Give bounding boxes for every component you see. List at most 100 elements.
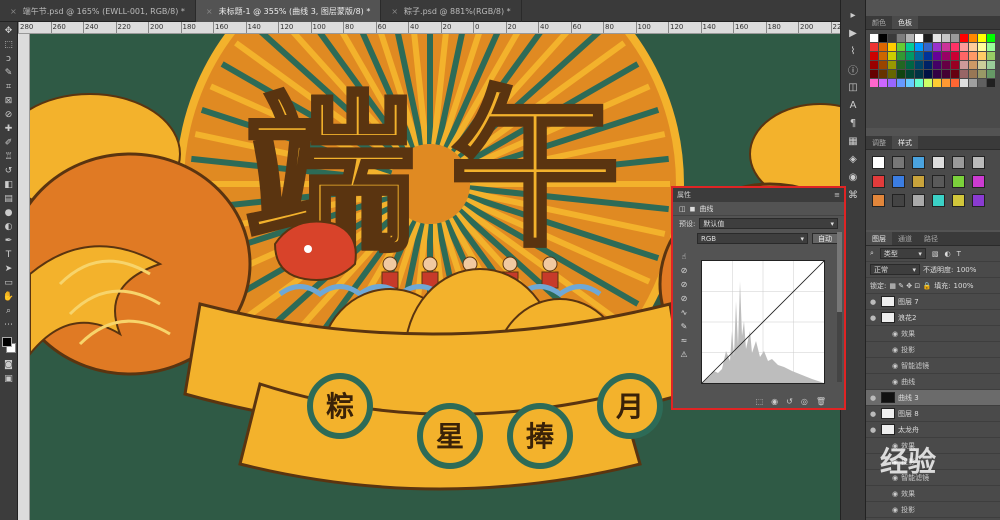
swatch[interactable] — [906, 70, 914, 78]
layer-row[interactable]: ◉ 曲线 — [866, 374, 1000, 390]
swatch[interactable] — [924, 70, 932, 78]
swatch[interactable] — [915, 43, 923, 51]
color-swatches[interactable] — [1, 336, 17, 358]
preset-select[interactable]: 默认值 ▾ — [699, 218, 838, 229]
swatch[interactable] — [933, 70, 941, 78]
swatch[interactable] — [942, 79, 950, 87]
swatch[interactable] — [987, 52, 995, 60]
swatch[interactable] — [978, 61, 986, 69]
tab-swatches[interactable]: 色板 — [892, 16, 918, 29]
marquee-tool-icon[interactable]: ⬚ — [1, 38, 17, 52]
effect-eye-icon[interactable]: ◉ — [892, 362, 898, 370]
gray-point-eyedropper-icon[interactable]: ⊘ — [681, 280, 688, 289]
info-panel-icon[interactable]: ⓘ — [844, 62, 862, 77]
tab-adjustments[interactable]: 调整 — [866, 136, 892, 149]
tab-layers[interactable]: 图层 — [866, 232, 892, 245]
swatch[interactable] — [915, 70, 923, 78]
more-tools-icon[interactable]: ⋯ — [1, 318, 17, 332]
swatch[interactable] — [870, 34, 878, 42]
document-tab[interactable]: × 端午节.psd @ 165% (EWLL-001, RGB/8) * — [0, 0, 196, 22]
swatch[interactable] — [897, 61, 905, 69]
swatch[interactable] — [897, 79, 905, 87]
style-swatch[interactable] — [952, 156, 965, 169]
path-select-tool-icon[interactable]: ➤ — [1, 262, 17, 276]
hand-tool-icon[interactable]: ✋ — [1, 290, 17, 304]
layer-visibility-eye-icon[interactable]: ● — [870, 394, 878, 402]
channel-select[interactable]: RGB ▾ — [697, 233, 808, 244]
layer-row[interactable]: ◉ 效果 — [866, 326, 1000, 342]
swatch[interactable] — [951, 52, 959, 60]
swatch[interactable] — [897, 43, 905, 51]
swatch[interactable] — [888, 34, 896, 42]
swatch[interactable] — [987, 61, 995, 69]
swatch[interactable] — [897, 52, 905, 60]
curves-graph[interactable] — [701, 260, 825, 384]
screen-mode-icon[interactable]: ▣ — [1, 372, 17, 386]
swatch[interactable] — [942, 70, 950, 78]
channels-panel-icon[interactable]: ◉ — [844, 170, 862, 184]
tab-channels[interactable]: 通道 — [892, 232, 918, 245]
dodge-tool-icon[interactable]: ◐ — [1, 220, 17, 234]
swatch[interactable] — [915, 79, 923, 87]
properties-panel-icon[interactable]: ▦ — [844, 134, 862, 148]
style-swatch[interactable] — [872, 175, 885, 188]
pencil-draw-icon[interactable]: ✎ — [681, 322, 688, 331]
swatch[interactable] — [987, 34, 995, 42]
swatch[interactable] — [879, 52, 887, 60]
swatch[interactable] — [960, 52, 968, 60]
swatch[interactable] — [960, 70, 968, 78]
swatch[interactable] — [879, 61, 887, 69]
layer-row[interactable]: ● 曲线 3 — [866, 390, 1000, 406]
swatch[interactable] — [951, 79, 959, 87]
swatch[interactable] — [942, 61, 950, 69]
layer-visibility-eye-icon[interactable]: ● — [870, 298, 878, 306]
swatch-grid[interactable] — [866, 30, 1000, 89]
swatch[interactable] — [933, 34, 941, 42]
swatch[interactable] — [960, 43, 968, 51]
type-tool-icon[interactable]: T — [1, 248, 17, 262]
swatch[interactable] — [942, 34, 950, 42]
style-swatch[interactable] — [872, 194, 885, 207]
swatch[interactable] — [951, 34, 959, 42]
visibility-eye-icon[interactable]: ◎ — [801, 397, 808, 406]
swatch[interactable] — [888, 70, 896, 78]
swatch[interactable] — [906, 52, 914, 60]
swatch[interactable] — [933, 52, 941, 60]
tab-color[interactable]: 颜色 — [866, 16, 892, 29]
character-panel-icon[interactable]: A — [844, 98, 862, 112]
swatch[interactable] — [969, 43, 977, 51]
swatch[interactable] — [870, 52, 878, 60]
eraser-tool-icon[interactable]: ◧ — [1, 178, 17, 192]
black-point-eyedropper-icon[interactable]: ⊘ — [681, 266, 688, 275]
view-previous-icon[interactable]: ◉ — [771, 397, 778, 406]
properties-scrollbar[interactable] — [837, 232, 842, 382]
swatch[interactable] — [924, 43, 932, 51]
effect-eye-icon[interactable]: ◉ — [892, 346, 898, 354]
swatch[interactable] — [879, 70, 887, 78]
brush-panel-icon[interactable]: ⌇ — [844, 44, 862, 58]
history-panel-icon[interactable]: ▸ — [844, 8, 862, 22]
swatch[interactable] — [969, 79, 977, 87]
swatch[interactable] — [978, 79, 986, 87]
mask-icon[interactable]: ◼ — [690, 205, 696, 213]
style-swatch[interactable] — [932, 175, 945, 188]
swatch[interactable] — [888, 52, 896, 60]
swatch[interactable] — [906, 79, 914, 87]
swatch[interactable] — [870, 61, 878, 69]
swatch[interactable] — [888, 61, 896, 69]
layers-panel-icon[interactable]: ◈ — [844, 152, 862, 166]
swatch[interactable] — [978, 52, 986, 60]
crop-tool-icon[interactable]: ⌗ — [1, 80, 17, 94]
swatch[interactable] — [987, 43, 995, 51]
effect-eye-icon[interactable]: ◉ — [892, 490, 898, 498]
style-swatch[interactable] — [972, 156, 985, 169]
swatch[interactable] — [870, 79, 878, 87]
swatch[interactable] — [960, 34, 968, 42]
layer-visibility-eye-icon[interactable]: ● — [870, 314, 878, 322]
reset-icon[interactable]: ↺ — [786, 397, 793, 406]
auto-button[interactable]: 自动 — [812, 233, 838, 244]
swatch[interactable] — [933, 79, 941, 87]
swatch[interactable] — [870, 70, 878, 78]
layer-row[interactable]: ◉ 投影 — [866, 342, 1000, 358]
blur-tool-icon[interactable]: ● — [1, 206, 17, 220]
